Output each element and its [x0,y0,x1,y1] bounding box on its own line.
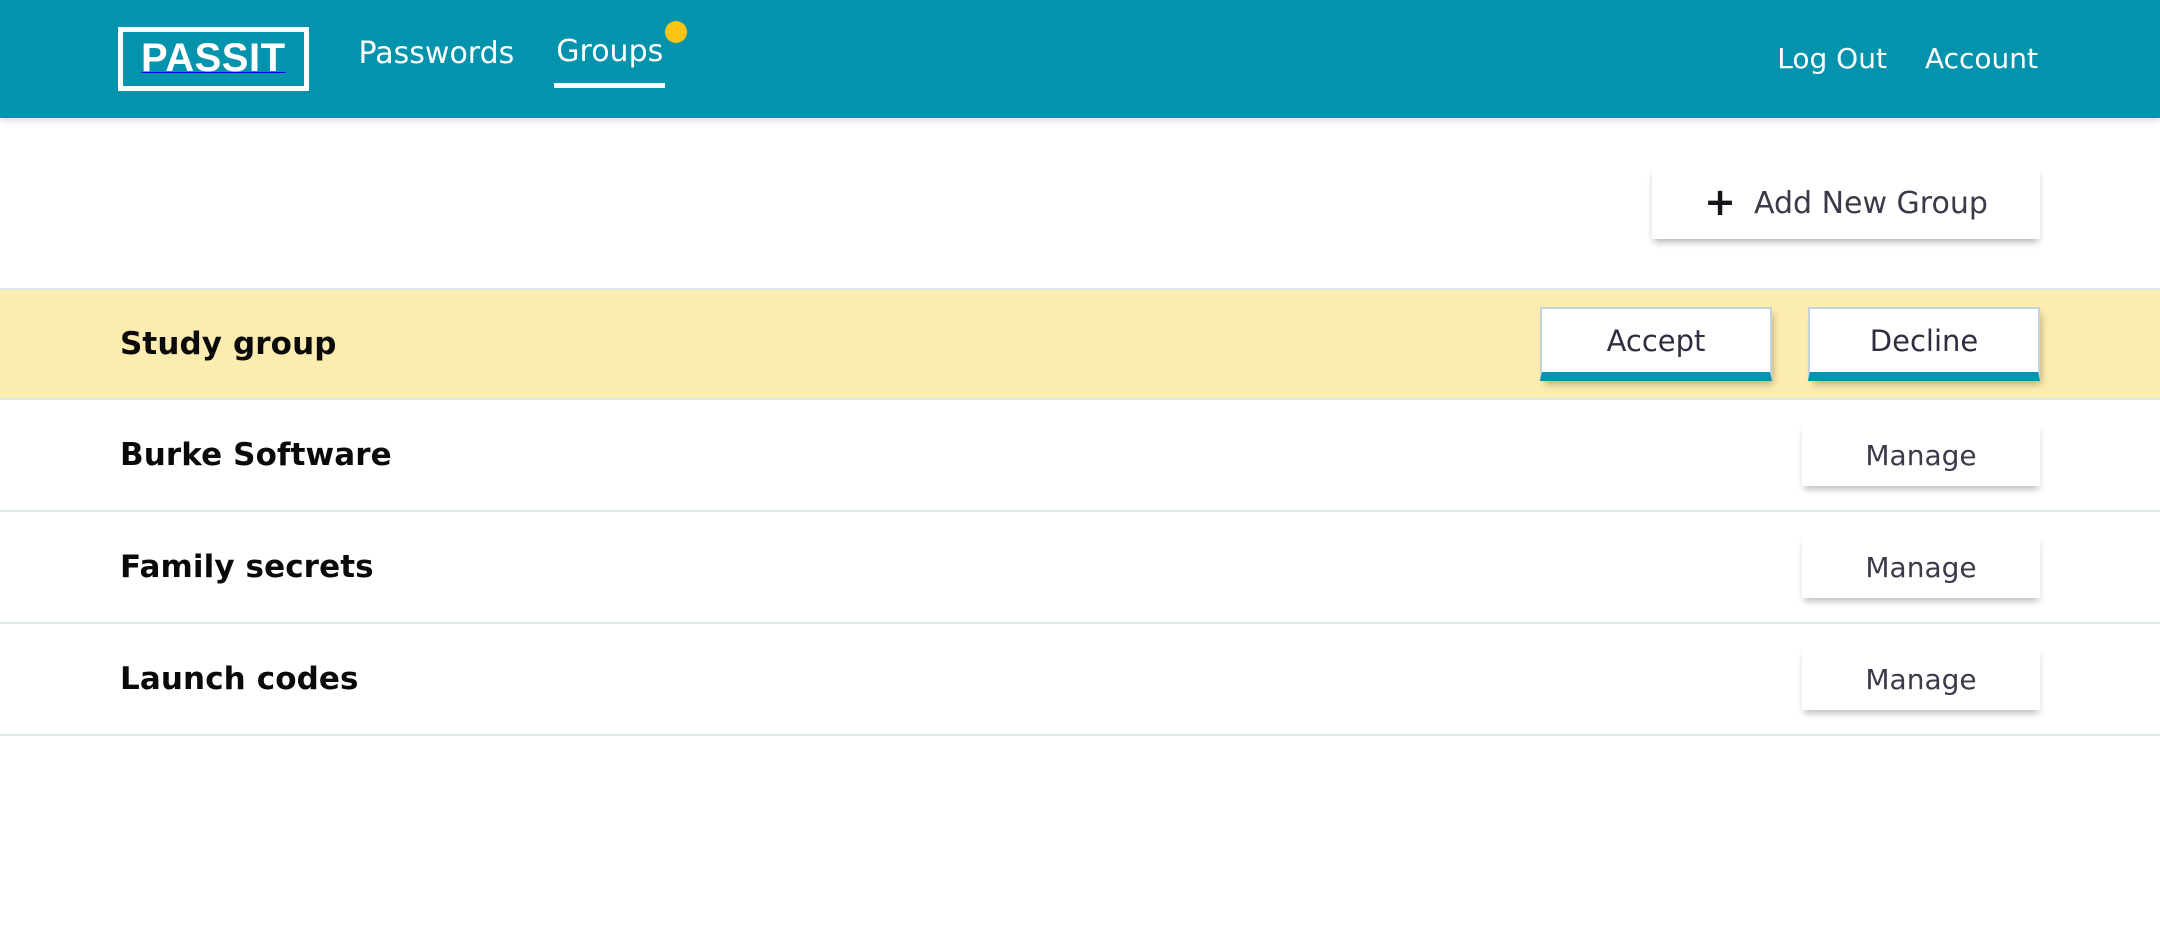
decline-invite-label: Decline [1869,323,1979,358]
primary-nav: Passwords Groups [357,20,688,88]
nav-item-passwords-label: Passwords [358,36,515,71]
header-left-cluster: PASSIT Passwords Groups [0,20,688,91]
add-new-group-button[interactable]: + Add New Group [1652,167,2040,239]
plus-icon: + [1704,180,1736,224]
nav-item-log-out-label: Log Out [1777,42,1887,75]
brand-logo-text: PASSIT [141,36,286,80]
table-row: Launch codes Manage [0,624,2160,736]
table-row: Study group Accept Decline [0,288,2160,400]
manage-group-button[interactable]: Manage [1802,648,2040,710]
row-actions: Manage [1802,536,2160,598]
page-bottom-spacer [0,736,2160,926]
table-row: Family secrets Manage [0,512,2160,624]
page-toolbar: + Add New Group [0,118,2160,288]
notification-dot-icon [665,20,688,43]
row-actions: Accept Decline [1540,307,2160,381]
manage-group-button[interactable]: Manage [1802,424,2040,486]
table-row: Burke Software Manage [0,400,2160,512]
accept-invite-button[interactable]: Accept [1540,307,1772,381]
nav-item-groups[interactable]: Groups [554,20,688,88]
group-name: Launch codes [120,661,359,697]
nav-item-passwords[interactable]: Passwords [357,33,517,85]
group-list: Study group Accept Decline Burke Softwar… [0,288,2160,736]
nav-item-log-out[interactable]: Log Out [1775,38,1889,80]
add-new-group-label: Add New Group [1753,185,1988,221]
manage-group-label: Manage [1865,662,1977,696]
group-name: Study group [120,326,337,362]
group-name: Burke Software [120,437,392,473]
manage-group-label: Manage [1865,550,1977,584]
group-name: Family secrets [120,549,374,585]
accept-invite-label: Accept [1606,323,1706,358]
brand-logo[interactable]: PASSIT [118,27,309,91]
app-header: PASSIT Passwords Groups Log Out Account [0,0,2160,118]
decline-invite-button[interactable]: Decline [1808,307,2040,381]
manage-group-button[interactable]: Manage [1802,536,2040,598]
nav-item-account-label: Account [1924,42,2038,75]
nav-item-groups-label: Groups [556,33,664,69]
row-actions: Manage [1802,424,2160,486]
account-nav: Log Out Account [1775,38,2160,80]
nav-item-account[interactable]: Account [1923,38,2040,80]
row-actions: Manage [1802,648,2160,710]
manage-group-label: Manage [1865,438,1977,472]
